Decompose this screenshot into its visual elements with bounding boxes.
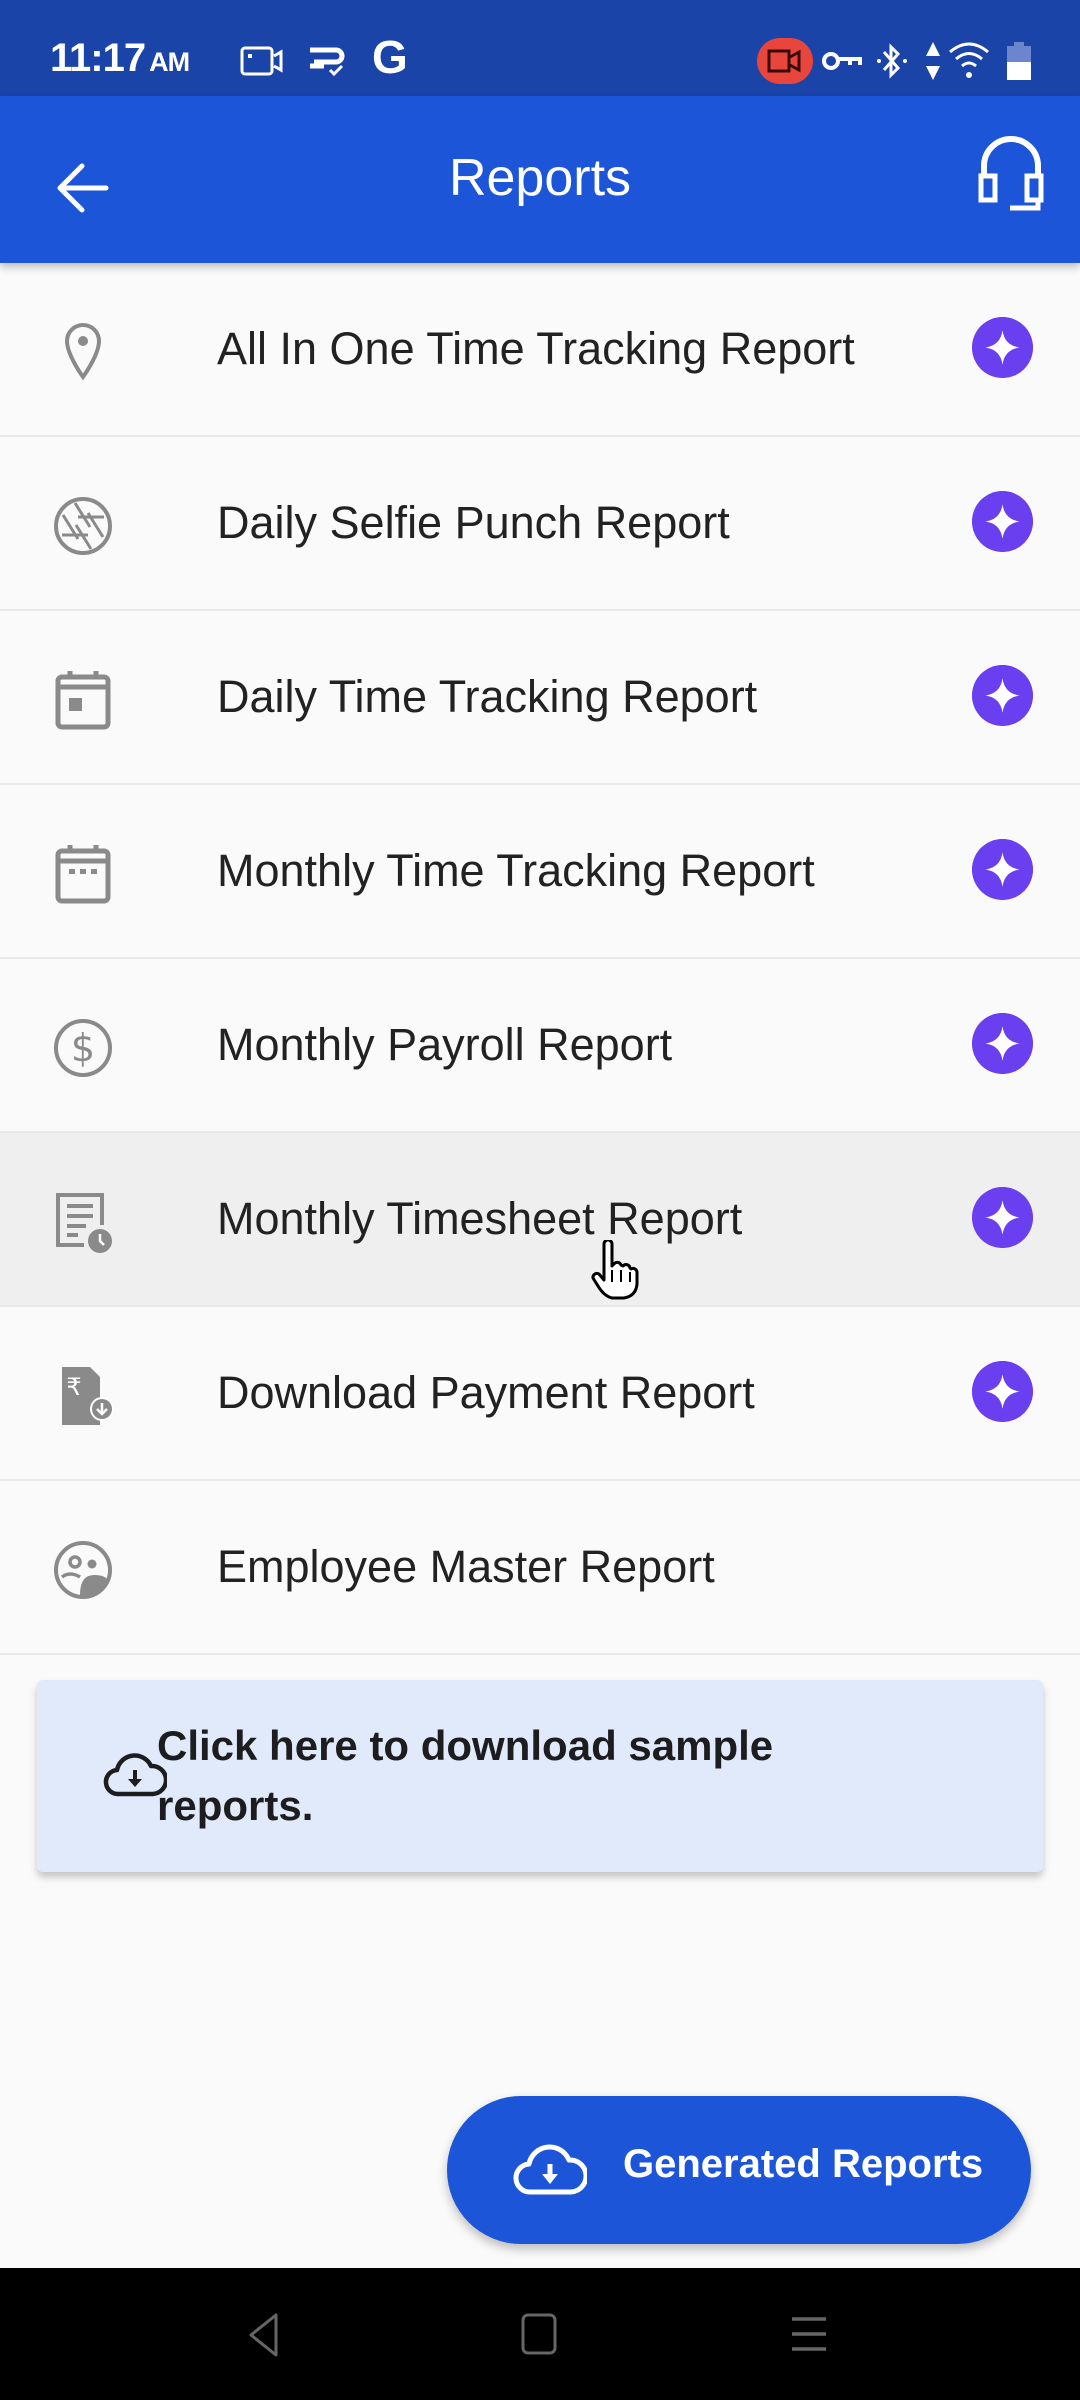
data-arrows-icon xyxy=(926,42,940,80)
sync-icon xyxy=(310,47,345,77)
report-item-all-in-one[interactable]: All In One Time Tracking Report xyxy=(0,263,1080,437)
report-label: Daily Time Tracking Report xyxy=(217,671,758,722)
home-nav-icon[interactable] xyxy=(520,2312,558,2358)
premium-star-icon xyxy=(972,1361,1033,1422)
svg-text:₹: ₹ xyxy=(66,1373,81,1401)
report-item-monthly-time-tracking[interactable]: Monthly Time Tracking Report xyxy=(0,785,1080,959)
location-pin-icon xyxy=(64,322,102,381)
status-bar: 11:17 AM G xyxy=(0,0,1080,96)
system-nav-bar xyxy=(0,2268,1080,2400)
time-text: 11:17 xyxy=(50,36,146,80)
report-item-monthly-timesheet[interactable]: Monthly Timesheet Report xyxy=(0,1133,1080,1307)
wifi-icon xyxy=(949,42,989,78)
premium-star-icon xyxy=(972,1013,1033,1074)
status-time: 11:17 AM xyxy=(50,36,190,81)
generated-reports-label: Generated Reports xyxy=(623,2142,984,2186)
recents-nav-icon[interactable] xyxy=(790,2312,828,2358)
download-sample-reports-card[interactable]: Click here to download sample reports. xyxy=(37,1680,1043,1872)
calendar-day-icon xyxy=(55,671,111,730)
report-label: Monthly Time Tracking Report xyxy=(217,845,815,896)
report-label: Daily Selfie Punch Report xyxy=(217,497,730,548)
report-label: Download Payment Report xyxy=(217,1367,755,1418)
vpn-key-icon xyxy=(822,52,862,70)
report-label: All In One Time Tracking Report xyxy=(217,323,855,374)
report-item-monthly-payroll[interactable]: $ Monthly Payroll Report xyxy=(0,959,1080,1133)
bluetooth-icon xyxy=(877,43,907,79)
hand-cursor-icon xyxy=(591,1240,639,1300)
screen-record-icon xyxy=(240,46,283,76)
report-item-download-payment[interactable]: ₹ Download Payment Report xyxy=(0,1307,1080,1481)
dollar-circle-icon: $ xyxy=(54,1019,112,1077)
ampm-text: AM xyxy=(149,47,190,77)
premium-star-icon xyxy=(972,317,1033,378)
report-label: Monthly Timesheet Report xyxy=(217,1193,743,1244)
report-item-daily-time-tracking[interactable]: Daily Time Tracking Report xyxy=(0,611,1080,785)
app-bar: Reports xyxy=(0,96,1080,263)
timesheet-clock-icon xyxy=(56,1193,112,1253)
generated-reports-button[interactable]: Generated Reports xyxy=(447,2096,1031,2244)
google-icon: G xyxy=(372,31,408,83)
report-label: Employee Master Report xyxy=(217,1541,715,1592)
report-item-daily-selfie[interactable]: Daily Selfie Punch Report xyxy=(0,437,1080,611)
premium-star-icon xyxy=(972,1187,1033,1248)
svg-text:$: $ xyxy=(71,1026,95,1070)
rupee-download-icon: ₹ xyxy=(62,1367,114,1425)
calendar-month-icon xyxy=(55,845,111,904)
camera-shutter-icon xyxy=(54,497,112,555)
report-label: Monthly Payroll Report xyxy=(217,1019,673,1070)
sample-reports-text: Click here to download sample reports. xyxy=(157,1722,774,1829)
battery-icon xyxy=(1007,42,1031,80)
report-item-employee-master[interactable]: Employee Master Report xyxy=(0,1481,1080,1655)
premium-star-icon xyxy=(972,665,1033,726)
employees-group-icon xyxy=(54,1541,112,1599)
premium-star-icon xyxy=(972,839,1033,900)
camera-recording-icon xyxy=(757,38,813,84)
reports-list: All In One Time Tracking Report Daily Se… xyxy=(0,263,1080,1655)
headset-icon[interactable] xyxy=(976,136,1046,216)
cloud-download-icon xyxy=(513,2144,587,2195)
page-title: Reports xyxy=(448,149,632,207)
back-nav-icon[interactable] xyxy=(246,2312,282,2358)
premium-star-icon xyxy=(972,491,1033,552)
